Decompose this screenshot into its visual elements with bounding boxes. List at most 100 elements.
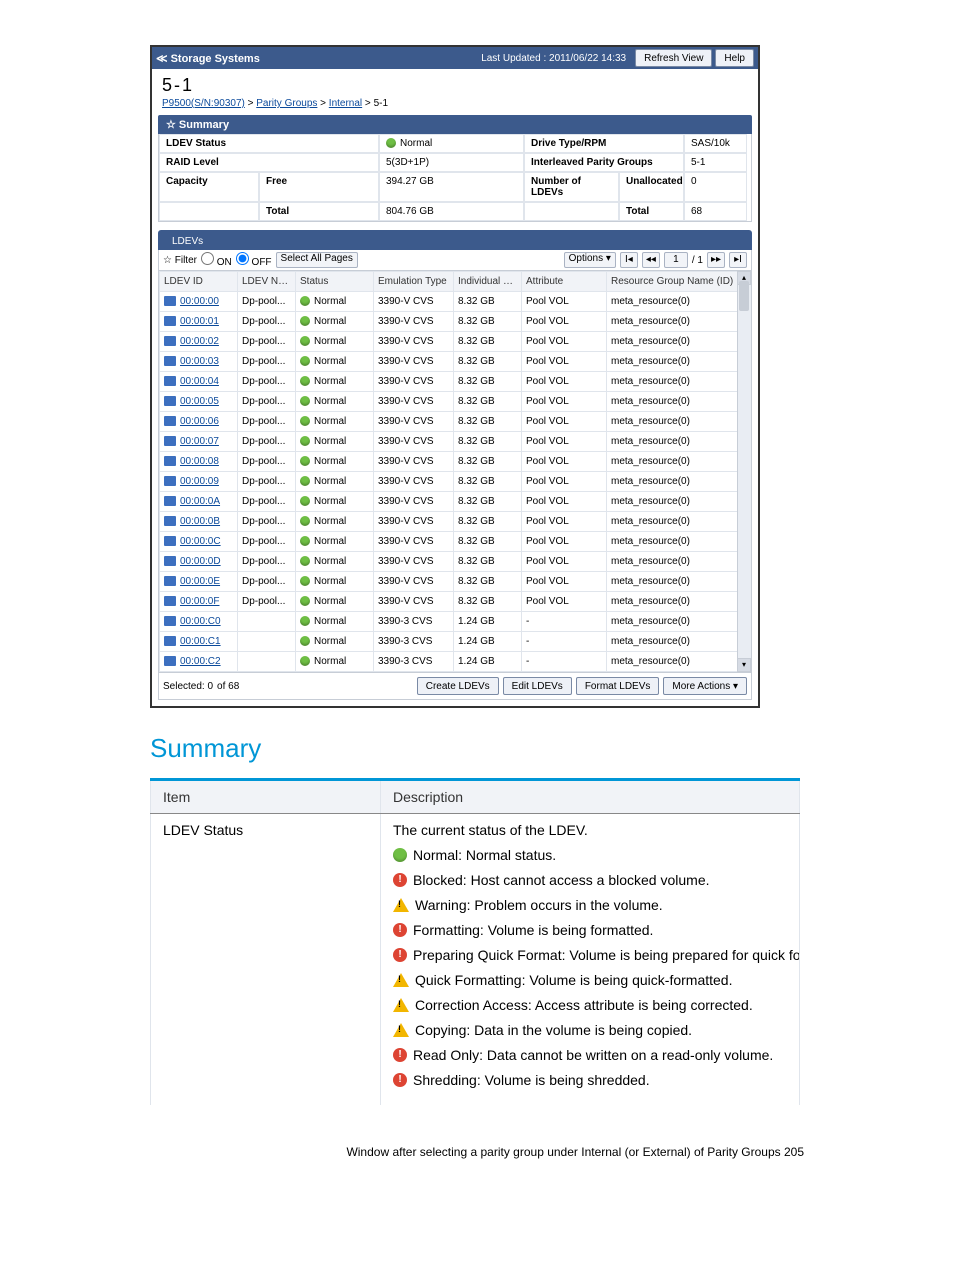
- status-warning-icon: [393, 973, 409, 987]
- refresh-view-button[interactable]: Refresh View: [635, 49, 712, 67]
- table-row[interactable]: 00:00:C0Normal3390-3 CVS1.24 GB-meta_res…: [160, 612, 751, 632]
- scrollbar[interactable]: ▴ ▾: [737, 271, 751, 672]
- table-row[interactable]: 00:00:09Dp-pool...Normal3390-V CVS8.32 G…: [160, 472, 751, 492]
- ldev-id-link[interactable]: 00:00:00: [180, 296, 219, 307]
- table-row[interactable]: 00:00:0CDp-pool...Normal3390-V CVS8.32 G…: [160, 532, 751, 552]
- page-last-button[interactable]: ▸I: [729, 252, 747, 268]
- status-dot-icon: [386, 138, 396, 148]
- col-ldev-name[interactable]: LDEV Name: [238, 272, 296, 292]
- ldev-id-link[interactable]: 00:00:02: [180, 336, 219, 347]
- col-status[interactable]: Status: [296, 272, 374, 292]
- table-row[interactable]: 00:00:0DDp-pool...Normal3390-V CVS8.32 G…: [160, 552, 751, 572]
- resource-group-cell: meta_resource(0): [607, 512, 751, 532]
- ldev-id-link[interactable]: 00:00:C2: [180, 656, 221, 667]
- capacity-cell: 8.32 GB: [454, 372, 522, 392]
- ldev-name-cell: [238, 632, 296, 652]
- ldev-id-link[interactable]: 00:00:0C: [180, 536, 221, 547]
- status-cell: Normal: [296, 612, 374, 632]
- table-row[interactable]: 00:00:04Dp-pool...Normal3390-V CVS8.32 G…: [160, 372, 751, 392]
- status-line: Blocked: Host cannot access a blocked vo…: [393, 872, 787, 888]
- format-ldevs-button[interactable]: Format LDEVs: [576, 677, 660, 695]
- ldev-id-link[interactable]: 00:00:C0: [180, 616, 221, 627]
- selected-count: Selected: 0: [163, 681, 213, 692]
- status-cell: Normal: [296, 392, 374, 412]
- col-resource-group[interactable]: Resource Group Name (ID): [607, 272, 751, 292]
- col-emulation-type[interactable]: Emulation Type: [374, 272, 454, 292]
- ldev-id-link[interactable]: 00:00:06: [180, 416, 219, 427]
- ldev-id-link[interactable]: 00:00:03: [180, 356, 219, 367]
- table-row[interactable]: 00:00:0FDp-pool...Normal3390-V CVS8.32 G…: [160, 592, 751, 612]
- table-row[interactable]: 00:00:08Dp-pool...Normal3390-V CVS8.32 G…: [160, 452, 751, 472]
- ldev-id-link[interactable]: 00:00:0A: [180, 496, 220, 507]
- help-button[interactable]: Help: [715, 49, 754, 67]
- page-first-button[interactable]: I◂: [620, 252, 638, 268]
- volume-icon: [164, 336, 176, 346]
- resource-group-cell: meta_resource(0): [607, 632, 751, 652]
- ldev-id-link[interactable]: 00:00:09: [180, 476, 219, 487]
- ldev-id-link[interactable]: 00:00:07: [180, 436, 219, 447]
- crumb-internal[interactable]: Internal: [329, 98, 362, 109]
- scroll-thumb[interactable]: [739, 281, 749, 311]
- unallocated-value: 0: [684, 172, 747, 202]
- ldev-id-link[interactable]: 00:00:0E: [180, 576, 220, 587]
- filter-off-radio[interactable]: OFF: [236, 252, 272, 268]
- resource-group-cell: meta_resource(0): [607, 592, 751, 612]
- volume-icon: [164, 656, 176, 666]
- table-row[interactable]: 00:00:07Dp-pool...Normal3390-V CVS8.32 G…: [160, 432, 751, 452]
- ldev-name-cell: [238, 612, 296, 632]
- table-row[interactable]: 00:00:00Dp-pool...Normal3390-V CVS8.32 G…: [160, 292, 751, 312]
- free-value: 394.27 GB: [379, 172, 524, 202]
- table-row[interactable]: 00:00:C2Normal3390-3 CVS1.24 GB-meta_res…: [160, 652, 751, 672]
- resource-group-cell: meta_resource(0): [607, 492, 751, 512]
- scroll-down-icon[interactable]: ▾: [737, 658, 751, 672]
- table-row[interactable]: 00:00:02Dp-pool...Normal3390-V CVS8.32 G…: [160, 332, 751, 352]
- status-dot-icon: [300, 556, 310, 566]
- tab-ldevs[interactable]: LDEVs: [162, 233, 213, 250]
- doc-intro: The current status of the LDEV.: [393, 822, 787, 838]
- status-dot-icon: [300, 356, 310, 366]
- crumb-parity-groups[interactable]: Parity Groups: [256, 98, 317, 109]
- table-row[interactable]: 00:00:0BDp-pool...Normal3390-V CVS8.32 G…: [160, 512, 751, 532]
- status-warning-icon: [393, 898, 409, 912]
- screenshot-panel: ≪ Storage Systems Last Updated : 2011/06…: [150, 45, 760, 708]
- filter-on-radio[interactable]: ON: [201, 252, 232, 268]
- col-individual-capacity[interactable]: Individual Capacity: [454, 272, 522, 292]
- ldev-id-link[interactable]: 00:00:04: [180, 376, 219, 387]
- status-text: Shredding: Volume is being shredded.: [413, 1072, 650, 1088]
- status-line: Copying: Data in the volume is being cop…: [393, 1022, 787, 1038]
- table-row[interactable]: 00:00:0EDp-pool...Normal3390-V CVS8.32 G…: [160, 572, 751, 592]
- filter-bar: ☆ Filter ON OFF Select All Pages Options…: [158, 250, 752, 271]
- ldev-id-link[interactable]: 00:00:0D: [180, 556, 221, 567]
- table-row[interactable]: 00:00:01Dp-pool...Normal3390-V CVS8.32 G…: [160, 312, 751, 332]
- crumb-system[interactable]: P9500(S/N:90307): [162, 98, 245, 109]
- status-text: Blocked: Host cannot access a blocked vo…: [413, 872, 710, 888]
- back-link[interactable]: ≪ Storage Systems: [156, 52, 260, 65]
- edit-ldevs-button[interactable]: Edit LDEVs: [503, 677, 572, 695]
- table-row[interactable]: 00:00:06Dp-pool...Normal3390-V CVS8.32 G…: [160, 412, 751, 432]
- col-ldev-id[interactable]: LDEV ID: [160, 272, 238, 292]
- ldev-id-link[interactable]: 00:00:01: [180, 316, 219, 327]
- ldev-id-link[interactable]: 00:00:08: [180, 456, 219, 467]
- emulation-cell: 3390-V CVS: [374, 432, 454, 452]
- ldev-id-link[interactable]: 00:00:0B: [180, 516, 220, 527]
- ldev-id-link[interactable]: 00:00:05: [180, 396, 219, 407]
- table-row[interactable]: 00:00:0ADp-pool...Normal3390-V CVS8.32 G…: [160, 492, 751, 512]
- col-attribute[interactable]: Attribute: [522, 272, 607, 292]
- page-number[interactable]: 1: [664, 252, 688, 268]
- select-all-pages-button[interactable]: Select All Pages: [276, 252, 358, 268]
- drive-type-label: Drive Type/RPM: [524, 134, 684, 153]
- capacity-cell: 8.32 GB: [454, 472, 522, 492]
- status-dot-icon: [300, 416, 310, 426]
- ldev-id-link[interactable]: 00:00:0F: [180, 596, 219, 607]
- create-ldevs-button[interactable]: Create LDEVs: [417, 677, 499, 695]
- more-actions-button[interactable]: More Actions ▾: [663, 677, 747, 695]
- options-dropdown[interactable]: Options ▾: [564, 252, 616, 268]
- table-row[interactable]: 00:00:C1Normal3390-3 CVS1.24 GB-meta_res…: [160, 632, 751, 652]
- volume-icon: [164, 436, 176, 446]
- page-prev-button[interactable]: ◂◂: [642, 252, 660, 268]
- ldev-id-link[interactable]: 00:00:C1: [180, 636, 221, 647]
- capacity-cell: 8.32 GB: [454, 352, 522, 372]
- table-row[interactable]: 00:00:03Dp-pool...Normal3390-V CVS8.32 G…: [160, 352, 751, 372]
- page-next-button[interactable]: ▸▸: [707, 252, 725, 268]
- table-row[interactable]: 00:00:05Dp-pool...Normal3390-V CVS8.32 G…: [160, 392, 751, 412]
